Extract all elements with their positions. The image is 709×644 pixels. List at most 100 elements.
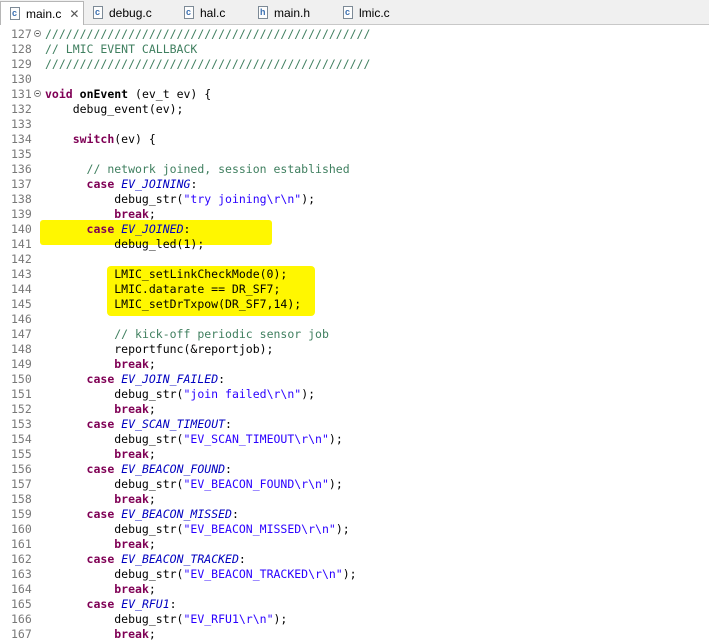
code-line[interactable]: 135 [0,147,709,162]
fold-toggle-icon[interactable] [34,30,41,37]
code-text: debug_str("EV_BEACON_TRACKED\r\n"); [45,567,356,582]
tab-hal-c[interactable]: c hal.c [183,2,249,24]
code-line[interactable]: 129 /////////////////////////////////////… [0,57,709,72]
code-editor[interactable]: 127 /////////////////////////////////////… [0,26,709,644]
line-number: 129 [11,57,32,71]
code-token: break [114,447,149,461]
close-icon[interactable]: ✕ [69,7,79,21]
code-line[interactable]: 166 debug_str("EV_RFU1\r\n"); [0,612,709,627]
code-line[interactable]: 146 [0,312,709,327]
code-token: break [114,492,149,506]
c-file-icon: c [92,6,104,20]
code-token: debug_led(1); [45,237,205,251]
line-number: 131 [11,87,32,101]
code-line[interactable]: 157 debug_str("EV_BEACON_FOUND\r\n"); [0,477,709,492]
code-line[interactable]: 154 debug_str("EV_SCAN_TIMEOUT\r\n"); [0,432,709,447]
code-line[interactable]: 131 void onEvent (ev_t ev) { [0,87,709,102]
line-number: 165 [11,597,32,611]
code-text: break; [45,447,156,462]
code-line[interactable]: 143 LMIC_setLinkCheckMode(0); [0,267,709,282]
code-line[interactable]: 158 break; [0,492,709,507]
code-text: // network joined, session established [45,162,350,177]
code-token: case [86,597,115,611]
code-text: break; [45,582,156,597]
code-text: // kick-off periodic sensor job [45,327,329,342]
code-line[interactable]: 128 // LMIC EVENT CALLBACK [0,42,709,57]
code-token: ; [148,447,156,461]
code-line[interactable]: 165 case EV_RFU1: [0,597,709,612]
code-line[interactable]: 130 [0,72,709,87]
line-number: 128 [11,42,32,56]
h-file-icon: h [257,6,269,20]
code-token: case [86,552,115,566]
tab-debug-c[interactable]: c debug.c [92,2,172,24]
code-line[interactable]: 127 /////////////////////////////////////… [0,27,709,42]
code-line[interactable]: 138 debug_str("try joining\r\n"); [0,192,709,207]
code-token: EV_BEACON_MISSED [121,507,232,521]
code-line[interactable]: 136 // network joined, session establish… [0,162,709,177]
code-line[interactable]: 145 LMIC_setDrTxpow(DR_SF7,14); [0,297,709,312]
fold-toggle-icon[interactable] [34,90,41,97]
code-token: EV_BEACON_TRACKED [121,552,239,566]
code-line[interactable]: 152 break; [0,402,709,417]
code-line[interactable]: 141 debug_led(1); [0,237,709,252]
line-number: 150 [11,372,32,386]
tab-lmic-c[interactable]: c lmic.c [342,2,412,24]
code-line[interactable]: 137 case EV_JOINING: [0,177,709,192]
code-token: LMIC_setDrTxpow(DR_SF7,14); [45,297,302,311]
code-text: case EV_JOINING: [45,177,198,192]
code-line[interactable]: 156 case EV_BEACON_FOUND: [0,462,709,477]
line-number: 149 [11,357,32,371]
code-token: ; [148,537,156,551]
code-token: EV_BEACON_FOUND [121,462,226,476]
code-line[interactable]: 167 break; [0,627,709,642]
line-number: 141 [11,237,32,251]
code-token: EV_RFU1 [121,597,170,611]
code-line[interactable]: 153 case EV_SCAN_TIMEOUT: [0,417,709,432]
code-token: ////////////////////////////////////////… [45,27,371,41]
tab-main-c[interactable]: c main.c ✕ [0,1,84,25]
code-line[interactable]: 140 case EV_JOINED: [0,222,709,237]
code-token: break [114,537,149,551]
code-token: ); [301,387,316,401]
code-token: ////////////////////////////////////////… [45,57,371,71]
code-line[interactable]: 161 break; [0,537,709,552]
code-token: case [86,372,115,386]
code-line[interactable]: 144 LMIC.datarate == DR_SF7; [0,282,709,297]
line-number: 163 [11,567,32,581]
code-token: break [114,207,149,221]
code-line[interactable]: 162 case EV_BEACON_TRACKED: [0,552,709,567]
code-line[interactable]: 149 break; [0,357,709,372]
line-number: 162 [11,552,32,566]
line-number: 140 [11,222,32,236]
code-line[interactable]: 134 switch(ev) { [0,132,709,147]
line-number: 155 [11,447,32,461]
line-number: 130 [11,72,32,86]
tab-main-h[interactable]: h main.h [257,2,333,24]
code-text: debug_str("EV_BEACON_MISSED\r\n"); [45,522,349,537]
code-line[interactable]: 147 // kick-off periodic sensor job [0,327,709,342]
code-line[interactable]: 151 debug_str("join failed\r\n"); [0,387,709,402]
code-line[interactable]: 142 [0,252,709,267]
code-text: case EV_JOIN_FAILED: [45,372,226,387]
code-token: (ev) { [114,132,156,146]
code-line[interactable]: 159 case EV_BEACON_MISSED: [0,507,709,522]
code-line[interactable]: 163 debug_str("EV_BEACON_TRACKED\r\n"); [0,567,709,582]
code-line[interactable]: 150 case EV_JOIN_FAILED: [0,372,709,387]
code-line[interactable]: 160 debug_str("EV_BEACON_MISSED\r\n"); [0,522,709,537]
code-line[interactable]: 148 reportfunc(&reportjob); [0,342,709,357]
code-line[interactable]: 155 break; [0,447,709,462]
code-line[interactable]: 133 [0,117,709,132]
code-line[interactable]: 139 break; [0,207,709,222]
code-token: debug_str( [45,432,184,446]
code-line[interactable]: 164 break; [0,582,709,597]
code-text: break; [45,537,156,552]
line-number: 146 [11,312,32,326]
code-line[interactable]: 132 debug_event(ev); [0,102,709,117]
code-token: ; [148,357,156,371]
